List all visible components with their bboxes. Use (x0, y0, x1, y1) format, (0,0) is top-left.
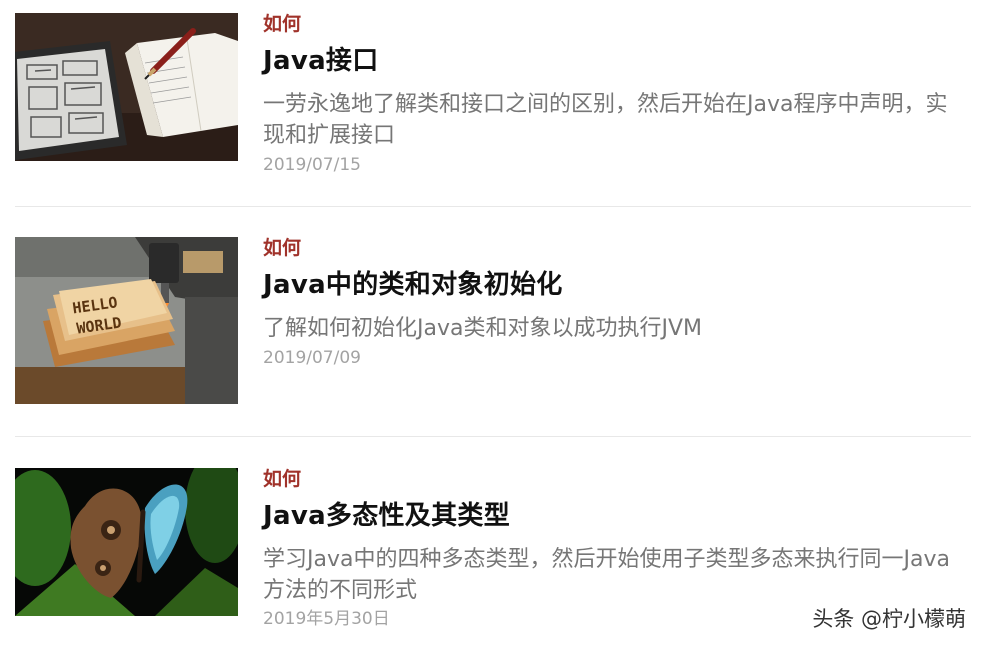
article-date: 2019/07/15 (263, 155, 361, 175)
article-divider (15, 436, 971, 437)
article-item[interactable]: 如何 Java接口 一劳永逸地了解类和接口之间的区别，然后开始在Java程序中声… (15, 12, 971, 182)
article-category[interactable]: 如何 (263, 236, 301, 260)
article-category[interactable]: 如何 (263, 467, 301, 491)
hello-world-toast-image: HELLO WORLD (15, 237, 238, 404)
article-thumbnail[interactable] (15, 468, 238, 616)
article-date: 2019年5月30日 (263, 609, 390, 629)
article-title[interactable]: Java多态性及其类型 (263, 499, 510, 533)
article-category[interactable]: 如何 (263, 12, 301, 36)
butterfly-image (15, 468, 238, 616)
article-title[interactable]: Java中的类和对象初始化 (263, 268, 563, 302)
article-summary: 了解如何初始化Java类和对象以成功执行JVM (263, 316, 702, 341)
article-item[interactable]: HELLO WORLD 如何 Java中的类和对象初始化 了解如何初始化Java… (15, 236, 971, 406)
article-title[interactable]: Java接口 (263, 44, 379, 78)
article-summary: 学习Java中的四种多态类型，然后开始使用子类型多态来执行同一Java方法的不同… (263, 547, 950, 603)
tablet-notebook-image (15, 13, 238, 161)
source-watermark: 头条 @柠小檬萌 (812, 607, 966, 631)
article-thumbnail[interactable]: HELLO WORLD (15, 237, 238, 404)
article-summary: 一劳永逸地了解类和接口之间的区别，然后开始在Java程序中声明，实现和扩展接口 (263, 92, 948, 148)
article-thumbnail[interactable] (15, 13, 238, 161)
article-divider (15, 206, 971, 207)
article-date: 2019/07/09 (263, 348, 361, 368)
